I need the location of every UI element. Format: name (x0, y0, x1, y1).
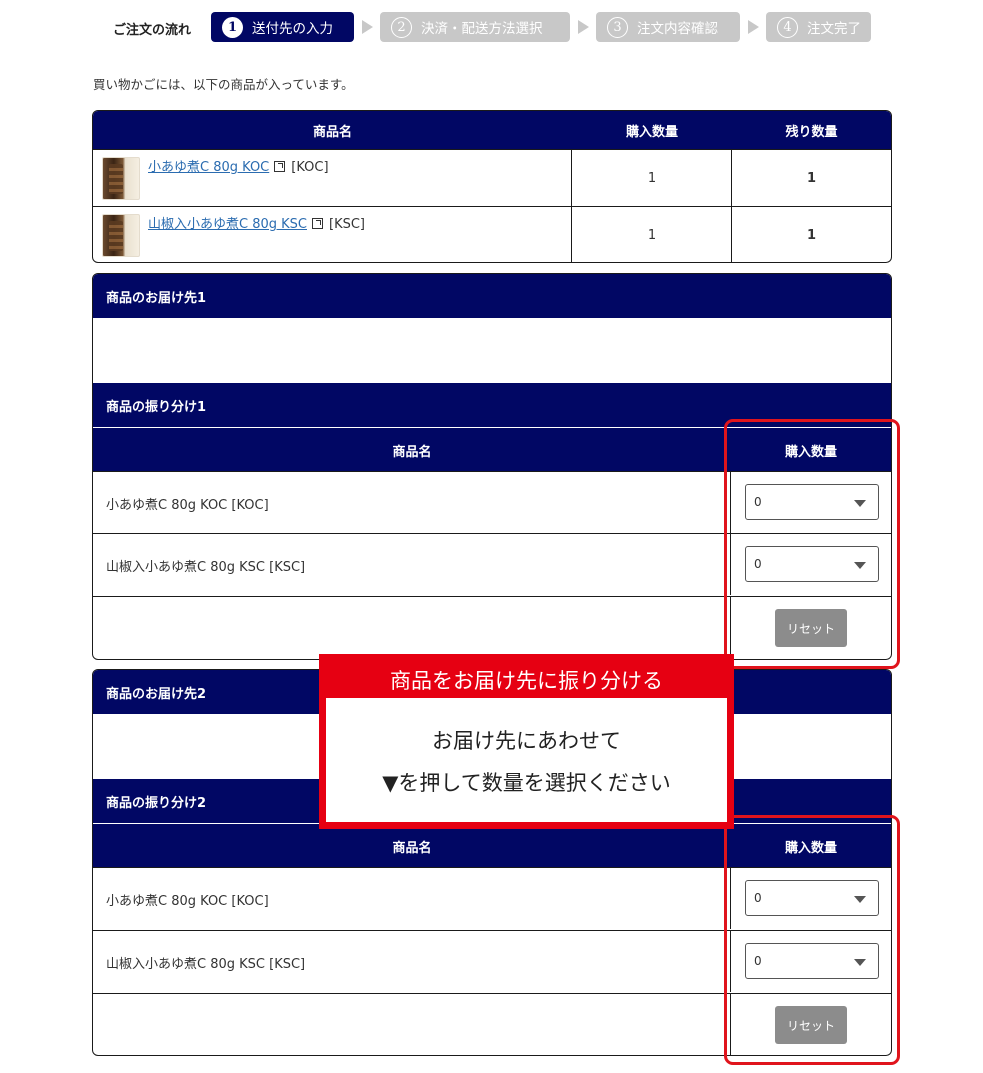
remaining-quantity: 1 (806, 228, 817, 243)
quantity-highlight-frame (724, 815, 900, 1065)
instruction-callout: 商品をお届け先に振り分ける お届け先にあわせて ▼を押して数量を選択ください (319, 654, 734, 829)
col-header-product: 商品名 (392, 444, 432, 460)
step-number: 2 (391, 16, 412, 38)
col-header-quantity: 購入数量 (625, 124, 678, 140)
callout-line-1: お届け先にあわせて (432, 729, 621, 753)
product-name: 山椒入小あゆ煮C 80g KSC [KSC] (106, 956, 306, 972)
product-link[interactable]: 山椒入小あゆ煮C 80g KSC (148, 217, 307, 232)
step-arrow-icon (748, 20, 759, 34)
step-4-complete: 4 注文完了 (766, 12, 871, 42)
cart-table: 商品名 購入数量 残り数量 小あゆ煮C 80g KOC [KOC] 1 1 山椒入… (92, 110, 892, 263)
step-label: 注文内容確認 (637, 21, 718, 37)
callout-title: 商品をお届け先に振り分ける (326, 661, 727, 698)
product-code: [KOC] (291, 160, 329, 175)
table-row: 山椒入小あゆ煮C 80g KSC [KSC] 1 1 (93, 206, 891, 262)
table-row: 小あゆ煮C 80g KOC [KOC] 1 1 (93, 149, 891, 206)
step-number: 4 (777, 16, 798, 38)
external-link-icon[interactable] (274, 161, 286, 172)
destination-address-area (93, 318, 891, 383)
order-flow-steps: ご注文の流れ 1 送付先の入力 2 決済・配送方法選択 3 注文内容確認 4 注… (0, 12, 983, 42)
step-arrow-icon (578, 20, 589, 34)
step-label: 決済・配送方法選択 (421, 21, 543, 37)
product-code: [KSC] (329, 217, 365, 232)
product-thumbnail[interactable] (102, 214, 140, 257)
step-number: 3 (607, 16, 628, 38)
quantity-highlight-frame (724, 419, 900, 669)
step-number: 1 (222, 16, 243, 38)
col-header-remaining: 残り数量 (785, 124, 838, 140)
order-flow-label: ご注文の流れ (113, 23, 192, 38)
destination-title: 商品のお届け先1 (93, 274, 891, 318)
step-2-payment-shipping: 2 決済・配送方法選択 (380, 12, 570, 42)
purchase-quantity: 1 (647, 228, 657, 243)
step-label: 注文完了 (807, 21, 861, 37)
step-1-shipping-input: 1 送付先の入力 (211, 12, 354, 42)
cart-intro-text: 買い物かごには、以下の商品が入っています。 (93, 77, 354, 92)
col-header-product: 商品名 (392, 840, 432, 856)
step-3-confirm: 3 注文内容確認 (596, 12, 740, 42)
remaining-quantity: 1 (806, 171, 817, 186)
callout-line-2: ▼を押して数量を選択ください (382, 771, 671, 795)
product-link[interactable]: 小あゆ煮C 80g KOC (148, 160, 269, 175)
product-thumbnail[interactable] (102, 157, 140, 200)
external-link-icon[interactable] (312, 218, 323, 229)
step-arrow-icon (362, 20, 373, 34)
purchase-quantity: 1 (647, 171, 657, 186)
step-label: 送付先の入力 (252, 21, 333, 37)
product-name: 山椒入小あゆ煮C 80g KSC [KSC] (106, 559, 306, 575)
cart-table-header: 商品名 購入数量 残り数量 (93, 111, 891, 149)
product-name: 小あゆ煮C 80g KOC [KOC] (106, 497, 269, 513)
col-header-product: 商品名 (312, 124, 352, 140)
product-name: 小あゆ煮C 80g KOC [KOC] (106, 893, 269, 909)
